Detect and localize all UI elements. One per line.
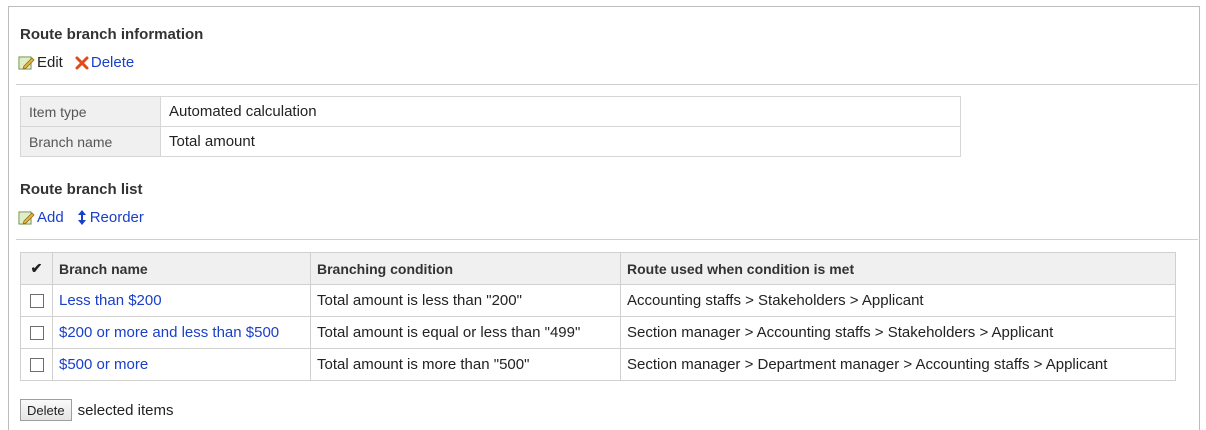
branch-list-title: Route branch list bbox=[20, 181, 143, 198]
row-checkbox[interactable] bbox=[29, 326, 44, 341]
item-type-label: Item type bbox=[20, 96, 161, 127]
add-label[interactable]: Add bbox=[37, 209, 64, 226]
divider bbox=[16, 84, 1198, 85]
condition-cell: Total amount is less than "200" bbox=[310, 284, 621, 317]
row-checkbox-cell bbox=[20, 284, 53, 317]
reorder-label[interactable]: Reorder bbox=[90, 209, 144, 226]
selected-items-label: selected items bbox=[77, 401, 174, 419]
branch-name-link[interactable]: Less than $200 bbox=[59, 292, 162, 309]
branch-name-value: Total amount bbox=[160, 126, 961, 157]
add-button[interactable]: Add bbox=[18, 209, 64, 226]
delete-x-icon bbox=[75, 56, 89, 70]
branch-name-cell: $200 or more and less than $500 bbox=[52, 316, 311, 349]
checkmark-icon: ✔ bbox=[30, 260, 43, 276]
add-icon bbox=[18, 210, 35, 225]
delete-selected-button[interactable]: Delete bbox=[20, 399, 72, 421]
table-row: $200 or more and less than $500 Total am… bbox=[20, 316, 1176, 349]
edit-button[interactable]: Edit bbox=[18, 54, 63, 71]
column-header-route: Route used when condition is met bbox=[620, 252, 1176, 285]
branch-name-cell: $500 or more bbox=[52, 348, 311, 381]
branch-info-actions: Edit Delete bbox=[18, 54, 134, 71]
row-checkbox-cell bbox=[20, 348, 53, 381]
row-checkbox[interactable] bbox=[29, 294, 44, 309]
branch-name-link[interactable]: $500 or more bbox=[59, 356, 148, 373]
row-checkbox[interactable] bbox=[29, 358, 44, 373]
item-type-value: Automated calculation bbox=[160, 96, 961, 127]
table-header-row: ✔ Branch name Branching condition Route … bbox=[20, 252, 1176, 285]
info-row-branch-name: Branch name Total amount bbox=[20, 126, 961, 157]
condition-cell: Total amount is more than "500" bbox=[310, 348, 621, 381]
reorder-button[interactable]: Reorder bbox=[76, 209, 144, 226]
route-cell: Accounting staffs > Stakeholders > Appli… bbox=[620, 284, 1176, 317]
branch-name-cell: Less than $200 bbox=[52, 284, 311, 317]
route-cell: Section manager > Department manager > A… bbox=[620, 348, 1176, 381]
select-all-checkbox[interactable]: ✔ bbox=[20, 252, 53, 285]
route-cell: Section manager > Accounting staffs > St… bbox=[620, 316, 1176, 349]
info-row-item-type: Item type Automated calculation bbox=[20, 96, 961, 127]
column-header-branch-name: Branch name bbox=[52, 252, 311, 285]
column-header-branching-condition: Branching condition bbox=[310, 252, 621, 285]
branch-info-table: Item type Automated calculation Branch n… bbox=[20, 96, 961, 157]
divider bbox=[16, 239, 1198, 240]
reorder-arrows-icon bbox=[76, 209, 88, 226]
branch-name-link[interactable]: $200 or more and less than $500 bbox=[59, 324, 279, 341]
table-row: Less than $200 Total amount is less than… bbox=[20, 284, 1176, 317]
bulk-actions: Delete selected items bbox=[20, 399, 173, 421]
edit-label: Edit bbox=[37, 54, 63, 71]
delete-label[interactable]: Delete bbox=[91, 54, 134, 71]
delete-button[interactable]: Delete bbox=[75, 54, 134, 71]
branch-name-label: Branch name bbox=[20, 126, 161, 157]
row-checkbox-cell bbox=[20, 316, 53, 349]
table-row: $500 or more Total amount is more than "… bbox=[20, 348, 1176, 381]
route-branch-table: ✔ Branch name Branching condition Route … bbox=[20, 252, 1176, 381]
branch-list-actions: Add Reorder bbox=[18, 209, 144, 226]
condition-cell: Total amount is equal or less than "499" bbox=[310, 316, 621, 349]
edit-icon bbox=[18, 55, 35, 70]
branch-info-title: Route branch information bbox=[20, 26, 204, 43]
